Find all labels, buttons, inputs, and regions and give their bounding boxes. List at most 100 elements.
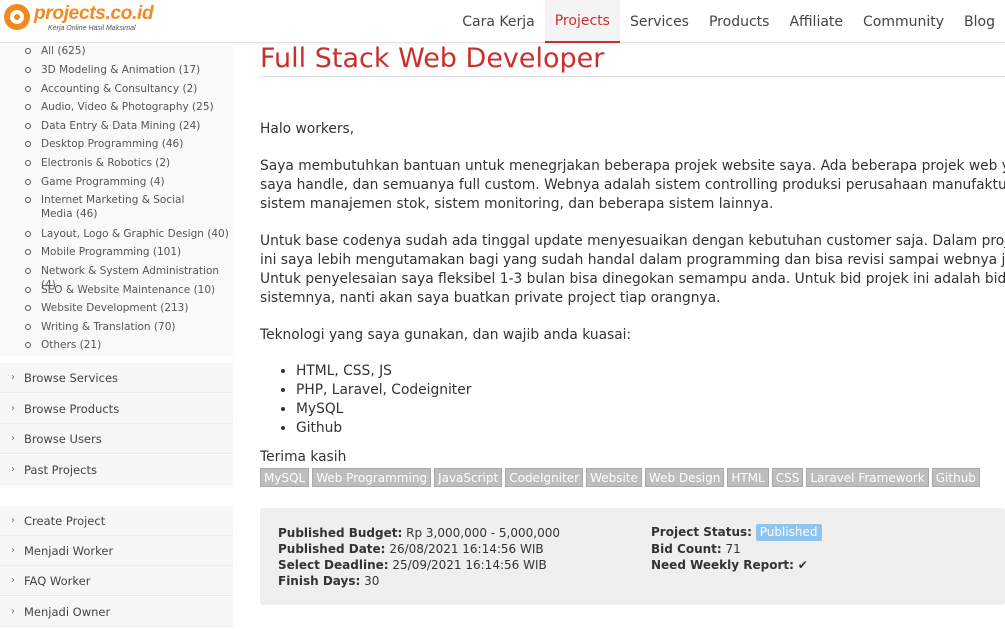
chevron-right-icon: ›	[11, 606, 15, 617]
tag-website[interactable]: Website	[586, 468, 642, 487]
sidebar-link-label: Create Project	[24, 513, 106, 528]
nav-community[interactable]: Community	[853, 0, 954, 43]
sidebar-link-label: Browse Users	[24, 431, 102, 446]
category-item-accounting[interactable]: Accounting & Consultancy (2)	[25, 82, 231, 96]
list-item: MySQL	[296, 400, 471, 419]
closing-text: Terima kasih	[260, 449, 347, 465]
list-item: PHP, Laravel, Codeigniter	[296, 381, 471, 400]
tech-intro-text: Teknologi yang saya gunakan, dan wajib a…	[260, 327, 632, 343]
sidebar-link-menjadi-owner[interactable]: › Menjadi Owner	[0, 597, 233, 627]
list-item: HTML, CSS, JS	[296, 362, 471, 381]
status-label: Project Status:	[651, 525, 752, 539]
description-line: Untuk penyelesaian saya fleksibel 1-3 bu…	[260, 271, 1005, 287]
chevron-right-icon: ›	[11, 403, 15, 414]
chevron-right-icon: ›	[11, 515, 15, 526]
chevron-right-icon: ›	[11, 372, 15, 383]
tag-laravel-framework[interactable]: Laravel Framework	[806, 468, 929, 487]
tag-html[interactable]: HTML	[727, 468, 769, 487]
finish-days-value: 30	[364, 574, 380, 588]
tag-list: MySQL Web Programming JavaScript CodeIgn…	[260, 468, 980, 487]
weekly-report-label: Need Weekly Report:	[651, 558, 794, 572]
category-item-writing[interactable]: Writing & Translation (70)	[25, 320, 231, 334]
category-item-seo[interactable]: SEO & Website Maintenance (10)	[25, 283, 231, 297]
bid-count-row: Bid Count: 71	[651, 541, 741, 557]
title-divider	[260, 76, 1005, 77]
tag-css[interactable]: CSS	[771, 468, 804, 487]
check-icon: ✔	[797, 558, 808, 572]
bid-count-value: 71	[725, 542, 741, 556]
main-nav: Cara Kerja Projects Services Products Af…	[452, 0, 1005, 43]
published-date-row: Published Date: 26/08/2021 16:14:56 WIB	[278, 541, 544, 557]
greeting-text: Halo workers,	[260, 121, 355, 137]
nav-blog[interactable]: Blog	[954, 0, 1005, 43]
description-line: sistem manajemen stok, sistem monitoring…	[260, 196, 774, 212]
category-item-desktop-programming[interactable]: Desktop Programming (46)	[25, 137, 231, 151]
sidebar-link-label: Menjadi Worker	[24, 543, 114, 558]
sidebar-link-menjadi-worker[interactable]: › Menjadi Worker	[0, 536, 233, 566]
description-line: Untuk base codenya sudah ada tinggal upd…	[260, 233, 1005, 249]
nav-affiliate[interactable]: Affiliate	[779, 0, 853, 43]
budget-label: Published Budget:	[278, 526, 403, 540]
category-item-internet-marketing[interactable]: Internet Marketing & Social Media (46)	[25, 193, 216, 221]
category-list: All (625) 3D Modeling & Animation (17) A…	[0, 43, 233, 356]
sidebar-link-label: Browse Services	[24, 370, 119, 385]
sidebar-link-past-projects[interactable]: › Past Projects	[0, 455, 233, 485]
description-line: Saya membutuhkan bantuan untuk menegrjak…	[260, 158, 1005, 174]
chevron-right-icon: ›	[11, 464, 15, 475]
site-header: projects.co.id Kerja Online Hasil Maksim…	[0, 0, 1005, 43]
bid-count-label: Bid Count:	[651, 542, 722, 556]
category-item-electronics[interactable]: Electronis & Robotics (2)	[25, 156, 231, 170]
logo-icon	[4, 4, 30, 30]
sidebar-link-browse-services[interactable]: › Browse Services	[0, 363, 233, 393]
tech-list: HTML, CSS, JS PHP, Laravel, Codeigniter …	[296, 362, 471, 438]
category-item-website-development[interactable]: Website Development (213)	[25, 301, 231, 315]
nav-cara-kerja[interactable]: Cara Kerja	[452, 0, 544, 43]
chevron-right-icon: ›	[11, 545, 15, 556]
nav-projects[interactable]: Projects	[544, 0, 620, 43]
sidebar-link-browse-products[interactable]: › Browse Products	[0, 394, 233, 424]
finish-days-label: Finish Days:	[278, 574, 361, 588]
category-item-layout-logo[interactable]: Layout, Logo & Graphic Design (40)	[25, 227, 231, 241]
category-item-audio-video[interactable]: Audio, Video & Photography (25)	[25, 100, 231, 114]
chevron-right-icon: ›	[11, 575, 15, 586]
category-item-mobile-programming[interactable]: Mobile Programming (101)	[25, 245, 231, 259]
list-item: Github	[296, 419, 471, 438]
nav-services[interactable]: Services	[620, 0, 699, 43]
chevron-right-icon: ›	[11, 433, 15, 444]
site-logo[interactable]: projects.co.id Kerja Online Hasil Maksim…	[4, 3, 179, 37]
sidebar-link-label: FAQ Worker	[24, 573, 91, 588]
tag-web-programming[interactable]: Web Programming	[312, 468, 432, 487]
weekly-report-row: Need Weekly Report: ✔	[651, 557, 808, 573]
category-item-all[interactable]: All (625)	[25, 44, 231, 58]
tag-github[interactable]: Github	[931, 468, 980, 487]
category-item-data-entry[interactable]: Data Entry & Data Mining (24)	[25, 119, 231, 133]
finish-days-row: Finish Days: 30	[278, 573, 379, 589]
category-item-others[interactable]: Others (21)	[25, 338, 231, 352]
tag-web-design[interactable]: Web Design	[644, 468, 725, 487]
category-item-game-programming[interactable]: Game Programming (4)	[25, 175, 231, 189]
deadline-row: Select Deadline: 25/09/2021 16:14:56 WIB	[278, 557, 547, 573]
nav-products[interactable]: Products	[699, 0, 779, 43]
tag-codeigniter[interactable]: CodeIgniter	[505, 468, 584, 487]
description-line: ini saya lebih mengutamakan bagi yang su…	[260, 252, 1005, 268]
budget-row: Published Budget: Rp 3,000,000 - 5,000,0…	[278, 525, 560, 541]
sidebar-link-label: Browse Products	[24, 401, 120, 416]
sidebar-link-label: Menjadi Owner	[24, 604, 111, 619]
budget-value: Rp 3,000,000 - 5,000,000	[406, 526, 560, 540]
published-date-label: Published Date:	[278, 542, 386, 556]
sidebar-link-label: Past Projects	[24, 462, 97, 477]
sidebar-link-faq-worker[interactable]: › FAQ Worker	[0, 566, 233, 596]
description-line: saya handle, dan semuanya full custom. W…	[260, 177, 1005, 193]
project-info-box: Published Budget: Rp 3,000,000 - 5,000,0…	[260, 508, 1005, 605]
category-item-3d-modeling[interactable]: 3D Modeling & Animation (17)	[25, 63, 231, 77]
sidebar-link-browse-users[interactable]: › Browse Users	[0, 424, 233, 454]
page-title: Full Stack Web Developer	[260, 43, 605, 74]
status-badge: Published	[755, 524, 822, 541]
status-row: Project Status: Published	[651, 524, 822, 541]
sidebar: All (625) 3D Modeling & Animation (17) A…	[0, 43, 233, 629]
tag-javascript[interactable]: JavaScript	[434, 468, 503, 487]
deadline-label: Select Deadline:	[278, 558, 389, 572]
tag-mysql[interactable]: MySQL	[260, 468, 310, 487]
deadline-value: 25/09/2021 16:14:56 WIB	[392, 558, 547, 572]
sidebar-link-create-project[interactable]: › Create Project	[0, 506, 233, 536]
